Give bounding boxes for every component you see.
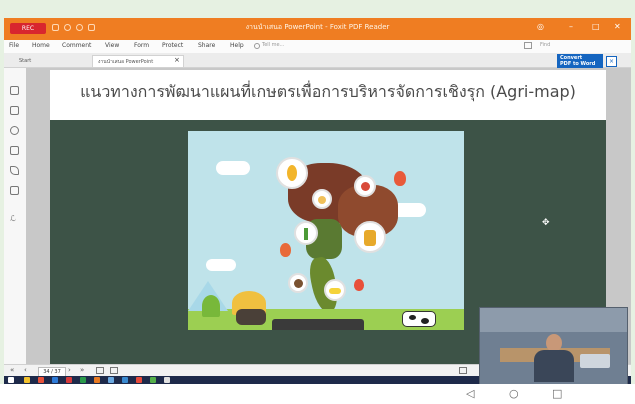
webcam-overlay [479, 307, 628, 384]
cow-icon [402, 311, 436, 327]
tree-icon [202, 295, 220, 317]
screen-capture: REC งานนำเสนอ PowerPoint - Foxit PDF Rea… [4, 18, 631, 384]
layers-icon[interactable] [10, 146, 19, 155]
layout-icon[interactable] [524, 42, 532, 49]
close-window-button[interactable]: ✕ [614, 22, 621, 31]
signature-icon[interactable]: ℒ [10, 206, 19, 223]
last-page-button[interactable]: » [80, 366, 84, 374]
hot-air-balloon-icon [354, 279, 364, 291]
buffalo-icon [236, 309, 266, 325]
left-panel-toolbar: ℒ [4, 68, 27, 364]
tell-me-input[interactable]: Tell me... [262, 42, 304, 50]
tab-start[interactable]: Start [14, 55, 88, 67]
fruit-bubble-icon [354, 175, 376, 197]
presenter-body [534, 350, 574, 382]
menu-form[interactable]: Form [134, 42, 149, 49]
convert-sublabel: PDF to Word [560, 61, 596, 67]
comment-icon[interactable] [10, 126, 19, 135]
tablet-icon [272, 319, 364, 330]
maximize-button[interactable]: □ [592, 22, 600, 31]
app-icon[interactable] [52, 377, 58, 383]
slide-title: แนวทางการพัฒนาแผนที่เกษตรเพื่อการบริหารจ… [80, 82, 576, 101]
menu-comment[interactable]: Comment [62, 42, 91, 49]
cloud-icon [216, 161, 250, 175]
agri-map-illustration [188, 131, 464, 330]
slide-header: แนวทางการพัฒนาแผนที่เกษตรเพื่อการบริหารจ… [50, 70, 606, 120]
app-icon[interactable] [136, 377, 142, 383]
rec-badge: REC [10, 23, 46, 34]
app-icon[interactable] [150, 377, 156, 383]
security-icon[interactable] [10, 186, 19, 195]
hot-air-balloon-icon [394, 171, 406, 186]
tab-close-button[interactable]: × [174, 56, 180, 64]
chicken-bubble-icon [312, 189, 332, 209]
attachment-icon[interactable] [10, 166, 19, 175]
menu-bar: File Home Comment View Form Protect Shar… [4, 40, 631, 54]
next-page-button[interactable]: › [68, 366, 71, 374]
menu-view[interactable]: View [105, 42, 119, 49]
app-icon[interactable] [80, 377, 86, 383]
back-button[interactable]: ◁ [466, 387, 474, 400]
mouse-cursor: ✥ [542, 218, 550, 228]
menu-home[interactable]: Home [32, 42, 50, 49]
app-icon[interactable] [38, 377, 44, 383]
file-explorer-icon[interactable] [24, 377, 30, 383]
previous-page-button[interactable]: ‹ [24, 366, 27, 374]
hot-air-balloon-icon [280, 243, 291, 257]
minimize-button[interactable]: – [569, 22, 573, 31]
redo-icon[interactable] [76, 24, 83, 31]
first-page-button[interactable]: « [10, 366, 14, 374]
webcam-monitor [580, 354, 610, 368]
app-icon[interactable] [164, 377, 170, 383]
convert-pdf-to-word-banner[interactable]: Convert PDF to Word [557, 54, 603, 68]
save-icon[interactable] [52, 24, 59, 31]
recents-button[interactable]: □ [552, 387, 562, 400]
start-icon[interactable] [8, 377, 14, 383]
foxit-reader-icon[interactable] [94, 377, 100, 383]
window-title: งานนำเสนอ PowerPoint - Foxit PDF Reader [245, 23, 390, 31]
menu-protect[interactable]: Protect [162, 42, 183, 49]
account-icon[interactable]: ◎ [537, 22, 544, 31]
home-button[interactable]: ○ [509, 387, 519, 400]
find-input[interactable]: Find [540, 42, 550, 48]
single-page-icon[interactable] [459, 367, 467, 374]
page-layout-icon[interactable] [110, 367, 118, 374]
close-banner-button[interactable]: × [606, 56, 617, 67]
page-thumbnail-icon[interactable] [10, 106, 19, 115]
tab-bar: Start งานนำเสนอ PowerPoint × [4, 53, 631, 68]
view-mode-icon[interactable] [96, 367, 104, 374]
menu-file[interactable]: File [9, 42, 19, 49]
webcam-wall [480, 308, 627, 332]
app-icon[interactable] [66, 377, 72, 383]
app-icon[interactable] [122, 377, 128, 383]
menu-share[interactable]: Share [198, 42, 215, 49]
android-nav-bar: ◁ ○ □ [0, 384, 635, 404]
cloud-icon [206, 259, 236, 271]
coconut-bubble-icon [288, 273, 308, 293]
title-bar: REC งานนำเสนอ PowerPoint - Foxit PDF Rea… [4, 18, 631, 40]
corn-bubble-icon [276, 157, 308, 189]
plant-bubble-icon [294, 221, 318, 245]
bookmark-icon[interactable] [10, 86, 19, 95]
menu-help[interactable]: Help [230, 42, 244, 49]
lightbulb-icon [254, 43, 260, 49]
undo-icon[interactable] [64, 24, 71, 31]
print-icon[interactable] [88, 24, 95, 31]
banana-bubble-icon [324, 279, 346, 301]
tab-document[interactable]: งานนำเสนอ PowerPoint [92, 55, 184, 67]
app-icon[interactable] [108, 377, 114, 383]
rice-bubble-icon [354, 221, 386, 253]
